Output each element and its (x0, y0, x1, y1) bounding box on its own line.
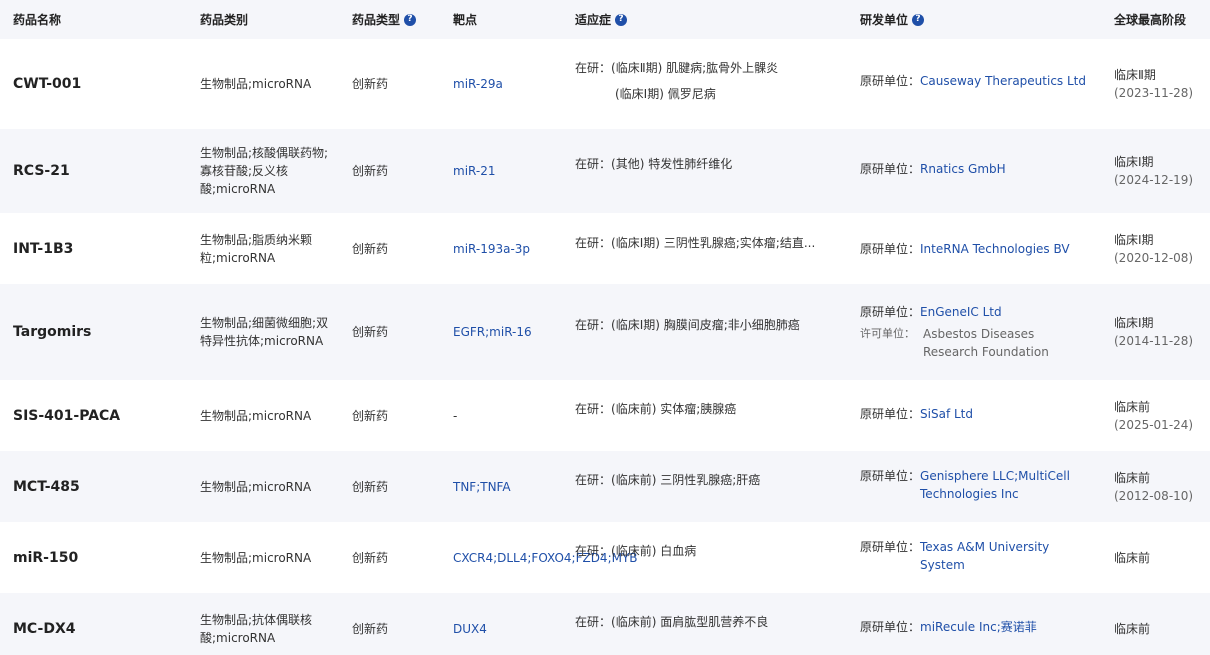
drug-name[interactable]: CWT-001 (0, 75, 187, 93)
table-header: 药品名称 药品类别 药品类型? 靶点 适应症? 研发单位? 全球最高阶段 (0, 0, 1210, 39)
drug-target-link[interactable]: EGFR;miR-16 (440, 323, 562, 341)
org-link[interactable]: Causeway Therapeutics Ltd (920, 72, 1086, 90)
drug-indication: 在研：(临床前) 三阴性乳腺癌;肝癌 (575, 472, 761, 487)
table-row[interactable]: MCT-485 生物制品;microRNA 创新药 TNF;TNFA 在研：(临… (0, 451, 1210, 522)
table-row[interactable]: RCS-21 生物制品;核酸偶联药物;寡核苷酸;反义核酸;microRNA 创新… (0, 129, 1210, 213)
drug-stage: 临床Ⅰ期 (2024-12-19) (1114, 155, 1194, 187)
drug-indication: 在研：(临床Ⅰ期) 胸膜间皮瘤;非小细胞肺癌 (575, 318, 800, 332)
help-question-icon[interactable]: ? (404, 13, 417, 26)
drug-org: 原研单位： Texas A&M University System (847, 538, 1101, 574)
table-row[interactable]: SIS-401-PACA 生物制品;microRNA 创新药 - 在研：(临床前… (0, 380, 1210, 451)
drug-indication: 在研：(临床前) 实体瘤;胰腺癌 (575, 401, 737, 416)
drug-name[interactable]: INT-1B3 (0, 240, 187, 258)
drug-type: 创新药 (352, 164, 389, 178)
drug-table: 药品名称 药品类别 药品类型? 靶点 适应症? 研发单位? 全球最高阶段 CWT… (0, 0, 1210, 655)
drug-target-link[interactable]: miR-29a (440, 75, 562, 93)
org-link[interactable]: SiSaf Ltd (920, 405, 973, 423)
header-category[interactable]: 药品类别 (187, 11, 339, 29)
drug-name[interactable]: SIS-401-PACA (0, 407, 187, 425)
org-link[interactable]: Genisphere LLC;MultiCell Technologies In… (920, 467, 1093, 503)
org-link[interactable]: miRecule Inc;赛诺菲 (920, 618, 1037, 636)
drug-stage: 临床Ⅰ期 (2014-11-28) (1114, 316, 1194, 348)
drug-org: 原研单位： SiSaf Ltd (860, 405, 973, 423)
drug-category: 生物制品;microRNA (200, 479, 312, 494)
drug-type: 创新药 (352, 77, 389, 91)
drug-indication: 在研：(临床前) 面肩肱型肌营养不良 (575, 615, 769, 629)
table-row[interactable]: MC-DX4 生物制品;抗体偶联核酸;microRNA 创新药 DUX4 在研：… (0, 593, 1210, 655)
help-question-icon[interactable]: ? (615, 13, 628, 26)
header-indication[interactable]: 适应症? (562, 11, 847, 29)
drug-type: 创新药 (352, 408, 389, 423)
drug-indication: 在研：(临床Ⅰ期) 三阴性乳腺癌;实体瘤;结直... (575, 235, 816, 250)
org-link[interactable]: EnGeneIC Ltd (920, 303, 1002, 321)
drug-target-link[interactable]: TNF;TNFA (440, 478, 562, 496)
table-row[interactable]: INT-1B3 生物制品;脂质纳米颗粒;microRNA 创新药 miR-193… (0, 213, 1210, 284)
help-question-icon[interactable]: ? (912, 13, 925, 26)
drug-target-link[interactable]: CXCR4;DLL4;FOXO4;FZD4;MYB (440, 549, 638, 567)
drug-name[interactable]: MCT-485 (0, 478, 187, 496)
drug-org: 原研单位： Causeway Therapeutics Ltd (860, 72, 1086, 90)
drug-category: 生物制品;细菌微细胞;双特异性抗体;microRNA (200, 316, 329, 348)
drug-target-link[interactable]: DUX4 (440, 620, 562, 638)
drug-stage: 临床前 (2025-01-24) (1114, 399, 1194, 432)
drug-org: 原研单位： Genisphere LLC;MultiCell Technologi… (847, 467, 1101, 503)
drug-category: 生物制品;脂质纳米颗粒;microRNA (200, 232, 313, 265)
drug-type: 创新药 (352, 550, 389, 565)
drug-name[interactable]: MC-DX4 (0, 620, 187, 638)
drug-target-link[interactable]: miR-21 (440, 162, 562, 180)
drug-category: 生物制品;核酸偶联药物;寡核苷酸;反义核酸;microRNA (200, 146, 329, 196)
header-type[interactable]: 药品类型? (339, 11, 440, 29)
drug-type: 创新药 (352, 325, 389, 339)
table-row[interactable]: Targomirs 生物制品;细菌微细胞;双特异性抗体;microRNA 创新药… (0, 284, 1210, 380)
drug-type: 创新药 (352, 479, 389, 494)
license-org: Asbestos Diseases Research Foundation (923, 327, 1049, 359)
drug-indication: 在研：(临床Ⅱ期) 肌腱病;肱骨外上髁炎 (临床Ⅰ期) 佩罗尼病 (575, 61, 779, 101)
org-link[interactable]: InteRNA Technologies BV (920, 240, 1070, 258)
drug-name[interactable]: Targomirs (0, 323, 187, 341)
drug-target-link[interactable]: miR-193a-3p (440, 240, 562, 258)
drug-stage: 临床前 (1114, 550, 1151, 565)
drug-stage: 临床Ⅰ期 (2020-12-08) (1114, 232, 1194, 265)
drug-stage: 临床前 (2012-08-10) (1114, 470, 1194, 503)
drug-category: 生物制品;microRNA (200, 408, 312, 423)
header-stage[interactable]: 全球最高阶段 (1101, 11, 1210, 29)
drug-category: 生物制品;microRNA (200, 77, 312, 91)
drug-indication: 在研：(临床前) 白血病 (575, 543, 697, 558)
drug-name[interactable]: miR-150 (0, 549, 187, 567)
table-row[interactable]: CWT-001 生物制品;microRNA 创新药 miR-29a 在研：(临床… (0, 39, 1210, 129)
drug-type: 创新药 (352, 241, 389, 256)
table-row[interactable]: miR-150 生物制品;microRNA 创新药 CXCR4;DLL4;FOX… (0, 522, 1210, 593)
drug-target: - (453, 408, 458, 423)
drug-stage: 临床Ⅱ期 (2023-11-28) (1114, 68, 1194, 100)
drug-org: 原研单位： EnGeneIC Ltd 许可单位： Asbestos Diseases… (847, 303, 1101, 361)
org-link[interactable]: Texas A&M University System (920, 538, 1093, 574)
drug-category: 生物制品;microRNA (200, 550, 312, 565)
drug-stage: 临床前 (1114, 622, 1151, 636)
drug-org: 原研单位： InteRNA Technologies BV (860, 240, 1070, 258)
drug-org: 原研单位： miRecule Inc;赛诺菲 (860, 618, 1037, 636)
drug-indication: 在研：(其他) 特发性肺纤维化 (575, 157, 733, 171)
header-name[interactable]: 药品名称 (0, 11, 187, 29)
drug-category: 生物制品;抗体偶联核酸;microRNA (200, 613, 313, 645)
drug-name[interactable]: RCS-21 (0, 162, 187, 180)
drug-org: 原研单位： Rnatics GmbH (860, 160, 1006, 178)
header-org[interactable]: 研发单位? (847, 11, 1101, 29)
drug-type: 创新药 (352, 622, 389, 636)
org-link[interactable]: Rnatics GmbH (920, 160, 1006, 178)
header-target[interactable]: 靶点 (440, 11, 562, 29)
